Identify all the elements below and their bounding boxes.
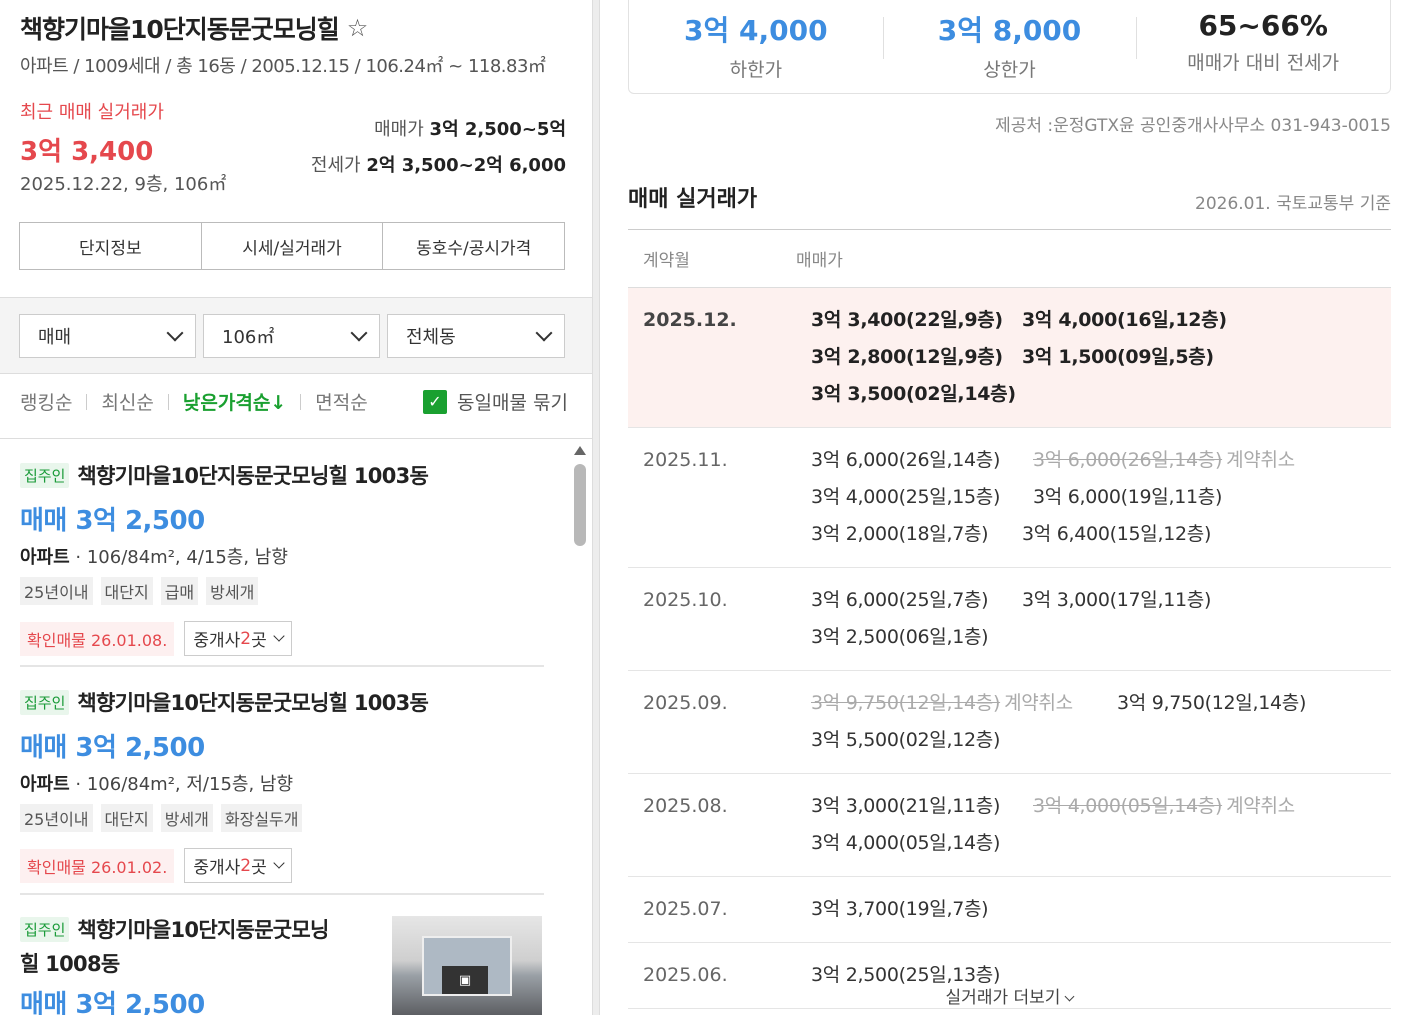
tab-market-price[interactable]: 시세/실거래가: [202, 223, 384, 269]
listing-item[interactable]: 집주인 책향기마을10단지동문굿모닝힐 1003동 매매 3억 2,500 아파…: [20, 687, 545, 883]
area-select[interactable]: 106㎡: [203, 314, 380, 358]
chevron-down-icon: [1064, 991, 1075, 1002]
owner-badge: 집주인: [20, 916, 70, 942]
watermark-logo-icon: ▣: [442, 966, 488, 994]
complex-meta: 아파트 / 1009세대 / 총 16동 / 2005.12.15 / 106.…: [20, 56, 546, 77]
stat-min-price: 3억 4,000 하한가: [684, 14, 828, 81]
broker-dropdown[interactable]: 중개사 2곳: [184, 621, 292, 656]
real-deals-table: 계약월 매매가 2025.12. 3억 3,400(22일,9층) 3억 4,0…: [628, 229, 1391, 1009]
price-stats: 3억 4,000 하한가 3억 8,000 상한가 65~66% 매매가 대비 …: [628, 0, 1391, 94]
table-row: 2025.11. 3억 6,000(26일,14층) 3억 6,000(26일,…: [628, 428, 1391, 568]
sort-newest[interactable]: 최신순: [101, 388, 153, 415]
complex-name: 책향기마을10단지동문굿모닝힐: [20, 15, 340, 44]
panel-divider[interactable]: [592, 0, 600, 1015]
stat-max-price: 3억 8,000 상한가: [882, 0, 1137, 93]
deals-section-title: 매매 실거래가: [628, 187, 758, 212]
scroll-up-arrow-icon[interactable]: [574, 446, 586, 455]
check-icon[interactable]: ✓: [423, 389, 447, 414]
listing-item[interactable]: 집주인 책향기마을10단지동문굿모닝힐 1003동 매매 3억 2,500 아파…: [20, 460, 545, 656]
chevron-down-icon: [350, 324, 368, 342]
listing-item[interactable]: 집주인 책향기마을10단지동문굿모닝 힐 1008동 매매 3억 2,500: [20, 914, 380, 1015]
listing-spec: 아파트 · 106/84m², 4/15층, 남향: [20, 547, 288, 568]
sort-ranking[interactable]: 랭킹순: [20, 388, 72, 415]
complex-title: 책향기마을10단지동문굿모닝힐 ☆: [20, 10, 368, 46]
stat-jeonse-ratio: 65~66% 매매가 대비 전세가: [1136, 0, 1390, 93]
listing-price: 매매 3억 2,500: [20, 733, 205, 763]
owner-badge: 집주인: [20, 462, 70, 488]
recent-trade-date: 2025.12.22, 9층, 106㎡: [20, 174, 227, 195]
listing-tags: 25년이내 대단지 방세개 화장실두개: [20, 804, 545, 832]
sort-area[interactable]: 면적순: [315, 388, 367, 415]
listing-name-cont[interactable]: 힐 1008동: [20, 948, 380, 978]
sale-price-range: 매매가 3억 2,500~5억: [374, 119, 566, 140]
chevron-down-icon: [166, 324, 184, 342]
listing-price: 매매 3억 2,500: [20, 990, 205, 1015]
tab-unit-official-price[interactable]: 동호수/공시가격: [383, 223, 564, 269]
merge-duplicates-toggle[interactable]: ✓ 동일매물 묶기: [423, 388, 568, 415]
sort-options: 랭킹순 최신순 낮은가격순↓ 면적순: [20, 388, 368, 415]
trade-type-select[interactable]: 매매: [19, 314, 196, 358]
table-row: 2025.10. 3억 6,000(25일,7층) 3억 3,000(17일,1…: [628, 568, 1391, 671]
tab-complex-info[interactable]: 단지정보: [20, 223, 202, 269]
chevron-down-icon: [273, 630, 285, 642]
listing-spec: 아파트 · 106/84m², 저/15층, 남향: [20, 774, 294, 795]
verified-badge: 확인매물 26.01.08.: [20, 621, 175, 656]
listing-photo[interactable]: ▣: [392, 916, 542, 1015]
recent-trade-label: 최근 매매 실거래가: [20, 102, 164, 123]
detail-panel: 3억 4,000 하한가 3억 8,000 상한가 65~66% 매매가 대비 …: [600, 0, 1420, 1015]
owner-badge: 집주인: [20, 689, 70, 715]
table-row: 2025.07. 3억 3,700(19일,7층): [628, 877, 1391, 943]
data-source: 제공처 :운정GTX윤 공인중개사사무소 031-943-0015: [995, 116, 1391, 136]
favorite-star-icon[interactable]: ☆: [347, 14, 368, 42]
sort-lowest-price[interactable]: 낮은가격순↓: [183, 388, 286, 415]
table-row: 2025.12. 3억 3,400(22일,9층) 3억 4,000(16일,1…: [628, 288, 1391, 428]
recent-trade-price: 3억 3,400: [20, 137, 154, 167]
complex-tabs: 단지정보 시세/실거래가 동호수/공시가격: [19, 222, 565, 270]
table-row: 2025.09. 3억 9,750(12일,14층) 계약취소 3억 9,750(…: [628, 671, 1391, 774]
listing-price: 매매 3억 2,500: [20, 506, 205, 536]
broker-dropdown[interactable]: 중개사 2곳: [184, 848, 292, 883]
filter-bar: 매매 106㎡ 전체동: [0, 297, 592, 374]
scrollbar-thumb[interactable]: [574, 464, 586, 546]
chevron-down-icon: [535, 324, 553, 342]
listing-name[interactable]: 책향기마을10단지동문굿모닝힐 1003동: [77, 460, 428, 490]
dong-select[interactable]: 전체동: [387, 314, 565, 358]
verified-badge: 확인매물 26.01.02.: [20, 848, 175, 883]
more-deals-button[interactable]: 실거래가 더보기: [628, 983, 1391, 1008]
chevron-down-icon: [273, 857, 285, 869]
table-row: 2025.08. 3억 3,000(21일,11층) 3억 4,000(05일,…: [628, 774, 1391, 877]
listing-name[interactable]: 책향기마을10단지동문굿모닝힐 1003동: [77, 687, 428, 717]
jeonse-price-range: 전세가 2억 3,500~2억 6,000: [310, 155, 566, 176]
listing-tags: 25년이내 대단지 급매 방세개: [20, 577, 545, 605]
listing-name[interactable]: 책향기마을10단지동문굿모닝: [77, 914, 329, 944]
deals-basis-date: 2026.01. 국토교통부 기준: [1195, 194, 1391, 214]
table-header: 계약월 매매가: [628, 230, 1391, 288]
listing-panel: 책향기마을10단지동문굿모닝힐 ☆ 아파트 / 1009세대 / 총 16동 /…: [0, 0, 592, 1015]
